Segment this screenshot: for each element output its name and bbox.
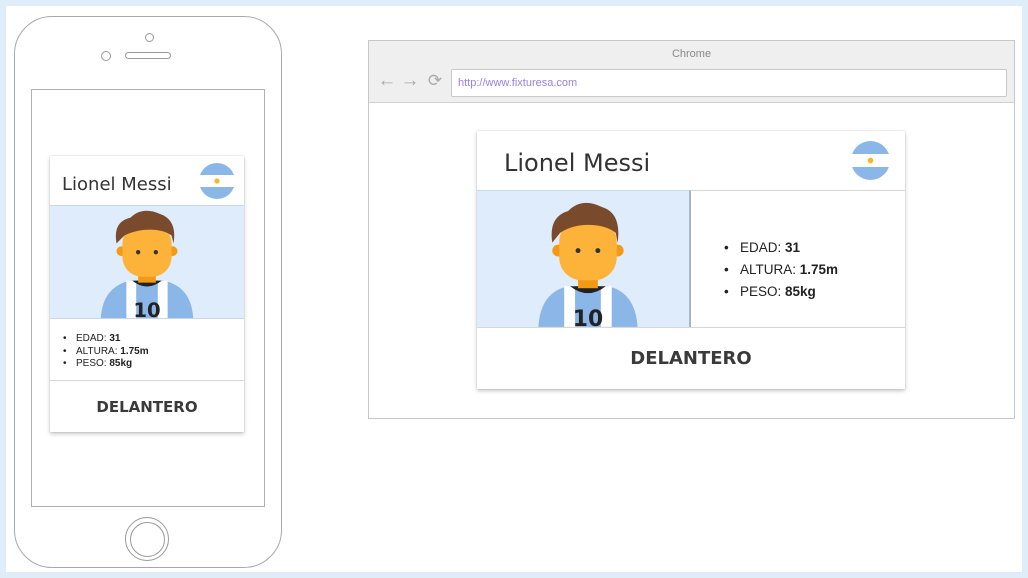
argentina-flag-icon xyxy=(199,163,235,199)
jersey-number: 10 xyxy=(573,307,603,327)
player-name: Lionel Messi xyxy=(62,174,172,195)
stat-item: ALTURA: 1.75m xyxy=(63,345,149,359)
stat-value: 31 xyxy=(785,240,801,255)
stat-item: EDAD: 31 xyxy=(724,237,838,259)
stat-value: 31 xyxy=(109,333,121,344)
stat-item: ALTURA: 1.75m xyxy=(724,259,839,281)
stat-item: EDAD: 31 xyxy=(63,333,149,346)
stat-value: 85kg xyxy=(785,284,816,299)
phone-speaker xyxy=(125,52,171,59)
player-card-desktop[interactable]: Lionel Messi 10 EDAD: 31 ALTURA: 1.75m xyxy=(477,131,905,389)
address-bar[interactable] xyxy=(451,69,1007,97)
stat-label: PESO: xyxy=(740,284,782,299)
stat-item: PESO: 85kg xyxy=(724,281,838,303)
phone-camera xyxy=(145,33,154,42)
stat-label: ALTURA: xyxy=(76,345,118,357)
player-card-mobile[interactable]: Lionel Messi 10 EDAD: 31 ALTURA: 1.75m P… xyxy=(50,156,244,432)
stat-value: 85kg xyxy=(109,358,133,369)
stat-label: ALTURA: xyxy=(740,262,797,277)
reload-icon[interactable]: ⟳ xyxy=(425,71,445,91)
forward-arrow-icon[interactable]: → xyxy=(400,71,420,91)
stat-item: PESO: 85kg xyxy=(63,358,149,371)
phone-sensor xyxy=(101,51,111,61)
stat-value: 1.75m xyxy=(799,262,839,277)
back-arrow-icon[interactable]: ← xyxy=(377,71,397,91)
stat-label: EDAD: xyxy=(76,333,107,344)
player-name: Lionel Messi xyxy=(504,149,651,177)
stat-value: 1.75m xyxy=(120,345,149,357)
player-stats-list: EDAD: 31 ALTURA: 1.75m PESO: 85kg xyxy=(724,237,839,303)
jersey-number: 10 xyxy=(133,299,160,318)
phone-home-button[interactable] xyxy=(125,517,169,561)
stat-label: EDAD: xyxy=(740,240,782,255)
player-position: DELANTERO xyxy=(477,327,905,389)
player-position: DELANTERO xyxy=(50,380,244,432)
player-avatar-icon: 10 xyxy=(477,190,691,327)
player-stats-list: EDAD: 31 ALTURA: 1.75m PESO: 85kg xyxy=(63,333,149,371)
stat-label: PESO: xyxy=(76,358,107,369)
browser-title: Chrome xyxy=(671,48,712,60)
card-divider xyxy=(691,190,905,191)
browser-toolbar: Chrome ← → ⟳ xyxy=(369,41,1014,103)
argentina-flag-icon xyxy=(851,141,890,180)
player-avatar-icon: 10 xyxy=(50,205,244,319)
